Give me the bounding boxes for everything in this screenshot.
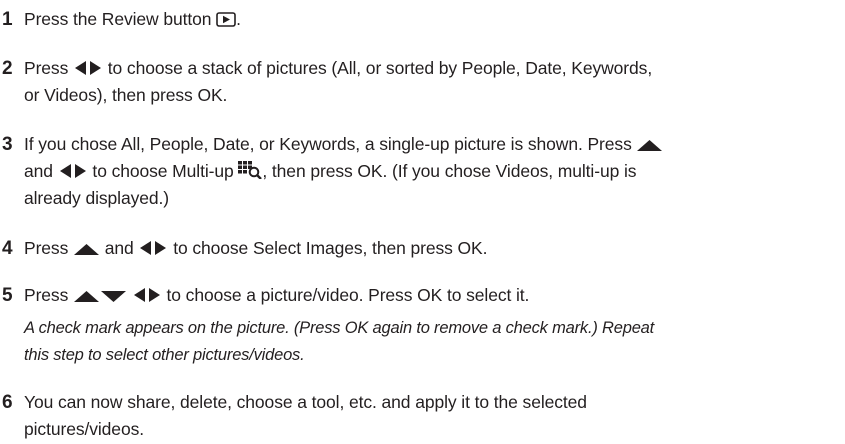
up-arrow-icon: [73, 290, 100, 303]
left-right-arrows-icon: [138, 240, 168, 256]
down-arrow-icon: [100, 290, 127, 303]
left-right-arrows-icon: [132, 287, 162, 303]
up-arrow-icon: [73, 243, 100, 256]
multi-up-icon: [238, 161, 263, 179]
up-arrow-icon: [636, 139, 663, 152]
step-number: 3: [2, 134, 13, 155]
step-number: 6: [2, 392, 13, 413]
left-right-arrows-icon: [73, 60, 103, 76]
left-right-arrows-icon: [58, 163, 88, 179]
step-number: 1: [2, 9, 13, 30]
step-number: 5: [2, 285, 13, 306]
step-note: A check mark appears on the picture. (Pr…: [24, 319, 655, 364]
step-text: Press the Review button .: [24, 9, 241, 29]
step-text: If you chose All, People, Date, or Keywo…: [24, 131, 845, 212]
step-number: 2: [2, 58, 13, 79]
step-number: 4: [2, 238, 13, 259]
step-text: Press and to choose Select Images, then …: [24, 238, 488, 258]
review-button-icon: [216, 12, 236, 27]
instruction-steps: 1 Press the Review button . 2 Press to c…: [0, 0, 845, 444]
step-text: You can now share, delete, choose a tool…: [24, 392, 587, 439]
step-text: Press to choose a picture/video. Press O…: [24, 285, 530, 305]
step-text: Press to choose a stack of pictures (All…: [24, 58, 653, 105]
